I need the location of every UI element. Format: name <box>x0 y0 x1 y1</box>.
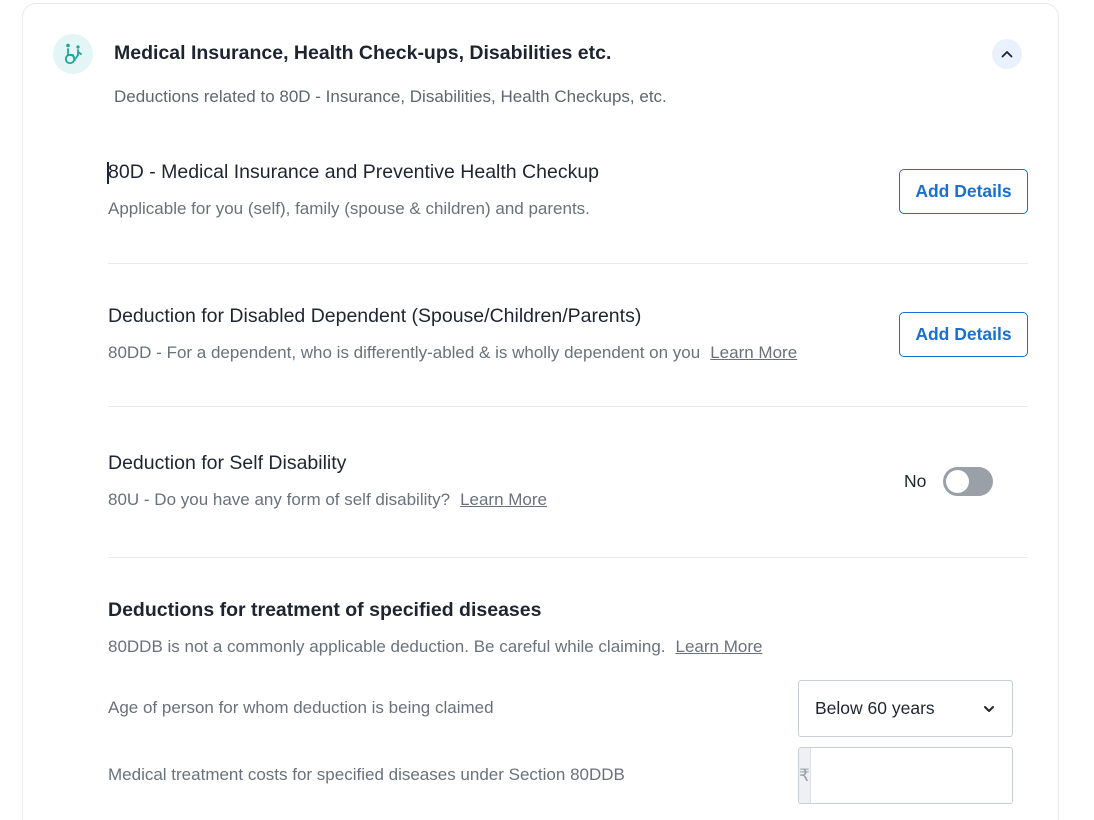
section-80d-title: 80D - Medical Insurance and Preventive H… <box>108 161 600 183</box>
section-group-subtitle: Deductions related to 80D - Insurance, D… <box>114 87 667 106</box>
age-select-value: Below 60 years <box>815 698 935 718</box>
wheelchair-person-icon <box>53 34 93 74</box>
add-details-80d-button[interactable]: Add Details <box>899 169 1028 214</box>
section-80u-description-text: 80U - Do you have any form of self disab… <box>108 490 451 509</box>
section-80u-title: Deduction for Self Disability <box>108 452 347 474</box>
self-disability-toggle[interactable] <box>943 467 993 496</box>
chevron-down-icon <box>984 706 994 712</box>
treatment-cost-input[interactable] <box>810 748 1012 803</box>
section-80dd-title: Deduction for Disabled Dependent (Spouse… <box>108 305 642 327</box>
learn-more-80dd-link[interactable]: Learn More <box>710 343 797 362</box>
divider <box>108 406 1028 407</box>
divider <box>108 557 1028 558</box>
section-80dd-description: 80DD - For a dependent, who is different… <box>108 343 797 363</box>
learn-more-80ddb-link[interactable]: Learn More <box>676 637 763 656</box>
self-disability-toggle-label: No <box>904 471 927 491</box>
treatment-cost-field-label: Medical treatment costs for specified di… <box>108 765 625 784</box>
section-80d-description: Applicable for you (self), family (spous… <box>108 199 590 218</box>
section-80ddb-description-text: 80DDB is not a commonly applicable deduc… <box>108 637 666 656</box>
add-details-80dd-button[interactable]: Add Details <box>899 312 1028 357</box>
treatment-cost-field[interactable]: ₹ <box>798 747 1013 804</box>
learn-more-80u-link[interactable]: Learn More <box>460 490 547 509</box>
section-80ddb-title: Deductions for treatment of specified di… <box>108 599 542 621</box>
divider <box>108 263 1028 264</box>
age-field-label: Age of person for whom deduction is bein… <box>108 698 494 717</box>
section-group-title: Medical Insurance, Health Check-ups, Dis… <box>114 42 612 64</box>
collapse-button[interactable] <box>992 39 1022 69</box>
section-80dd-description-text: 80DD - For a dependent, who is different… <box>108 343 701 362</box>
section-80u-description: 80U - Do you have any form of self disab… <box>108 490 547 510</box>
section-80ddb-description: 80DDB is not a commonly applicable deduc… <box>108 637 762 657</box>
chevron-up-icon <box>1001 51 1013 58</box>
age-select[interactable]: Below 60 years <box>798 680 1013 737</box>
rupee-icon: ₹ <box>799 748 811 803</box>
toggle-knob <box>946 470 969 493</box>
